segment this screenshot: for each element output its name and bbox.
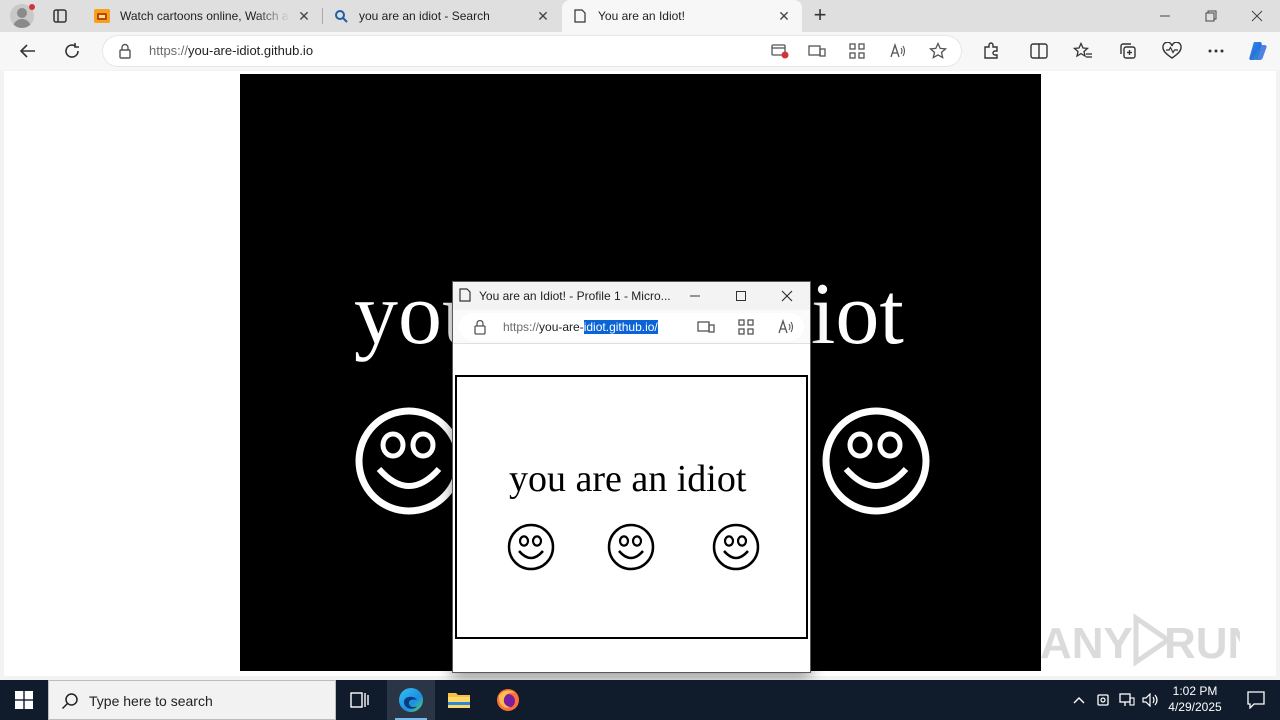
smiley-face-icon bbox=[712, 523, 760, 571]
browser-essentials-icon[interactable] bbox=[1157, 36, 1187, 66]
tab-search[interactable]: you are an idiot - Search ✕ bbox=[323, 0, 561, 32]
tab-you-are-an-idiot[interactable]: You are an Idiot! ✕ bbox=[562, 0, 802, 32]
restore-button[interactable] bbox=[1188, 0, 1234, 32]
popup-titlebar[interactable]: You are an Idiot! - Profile 1 - Micro... bbox=[453, 282, 810, 310]
app-available-icon[interactable] bbox=[695, 318, 717, 336]
popup-close-button[interactable] bbox=[767, 284, 807, 308]
windows-logo-icon bbox=[15, 691, 33, 709]
smiley-face-icon bbox=[607, 523, 655, 571]
popup-minimize-button[interactable] bbox=[675, 284, 715, 308]
clock-time: 1:02 PM bbox=[1172, 684, 1218, 698]
collections-icon[interactable] bbox=[1113, 36, 1143, 66]
extensions-icon[interactable] bbox=[976, 36, 1006, 66]
firefox-icon bbox=[497, 689, 519, 711]
tab-actions-icon[interactable] bbox=[50, 6, 70, 26]
taskbar-file-explorer[interactable] bbox=[435, 680, 483, 720]
taskbar-edge[interactable] bbox=[387, 680, 435, 720]
taskbar-clock[interactable]: 1:02 PM 4/29/2025 bbox=[1160, 683, 1230, 717]
anyrun-watermark-logo: ANY RUN bbox=[1040, 613, 1240, 668]
page-icon bbox=[572, 8, 588, 24]
tab-title: Watch cartoons online, Watch anime onlin… bbox=[120, 9, 290, 23]
popup-address-row: https://you-are-idiot.github.io/ bbox=[453, 310, 810, 344]
smiley-face-icon bbox=[355, 407, 463, 515]
show-hidden-icons[interactable] bbox=[1068, 680, 1090, 720]
tab-strip: Watch cartoons online, Watch anime onlin… bbox=[0, 0, 1280, 32]
folder-icon bbox=[448, 693, 470, 708]
new-tab-button[interactable]: + bbox=[808, 4, 832, 28]
favorites-icon[interactable] bbox=[1068, 36, 1098, 66]
copilot-icon[interactable] bbox=[1243, 36, 1273, 66]
favorite-star-icon[interactable] bbox=[927, 41, 949, 61]
taskbar-firefox[interactable] bbox=[484, 680, 532, 720]
more-options-icon[interactable] bbox=[1201, 36, 1231, 66]
start-button[interactable] bbox=[0, 680, 48, 720]
smiley-face-icon bbox=[507, 523, 555, 571]
read-aloud-icon[interactable] bbox=[775, 318, 797, 336]
browser-toolbar: https://you-are-idiot.github.io bbox=[0, 32, 1280, 70]
task-view-button[interactable] bbox=[336, 680, 384, 720]
close-window-button[interactable] bbox=[1234, 0, 1280, 32]
popup-title: You are an Idiot! - Profile 1 - Micro... bbox=[479, 289, 671, 303]
smiley-face-icon bbox=[822, 407, 930, 515]
taskbar-search[interactable]: Type here to search bbox=[48, 680, 336, 720]
refresh-button[interactable] bbox=[57, 36, 87, 66]
volume-icon[interactable] bbox=[1140, 680, 1162, 720]
popup-idiot-text: you are an idiot bbox=[509, 458, 747, 500]
search-placeholder: Type here to search bbox=[89, 693, 213, 709]
tab-close-icon[interactable]: ✕ bbox=[535, 8, 551, 24]
taskbar: Type here to search 1:02 PM 4/29/2025 bbox=[0, 680, 1280, 720]
tab-close-icon[interactable]: ✕ bbox=[296, 8, 312, 24]
search-icon bbox=[61, 692, 79, 710]
tray-device-icon[interactable] bbox=[1092, 680, 1114, 720]
popup-address-bar[interactable]: https://you-are-idiot.github.io/ bbox=[459, 313, 804, 341]
task-view-icon bbox=[350, 692, 369, 708]
profile-notification-dot bbox=[29, 4, 35, 10]
tab-title: you are an idiot - Search bbox=[359, 9, 490, 23]
notification-icon bbox=[1247, 691, 1265, 709]
minimize-button[interactable] bbox=[1142, 0, 1188, 32]
edge-icon bbox=[399, 688, 423, 712]
network-icon[interactable] bbox=[1116, 680, 1138, 720]
page-icon bbox=[459, 288, 473, 304]
read-aloud-icon[interactable] bbox=[887, 41, 909, 61]
address-url[interactable]: https://you-are-idiot.github.io bbox=[149, 43, 313, 58]
popup-content: you are an idiot bbox=[455, 375, 808, 639]
svg-text:RUN: RUN bbox=[1164, 619, 1240, 668]
tracking-blocked-icon[interactable] bbox=[769, 41, 791, 61]
app-available-icon[interactable] bbox=[806, 41, 828, 61]
split-screen-icon[interactable] bbox=[1024, 36, 1054, 66]
search-icon bbox=[333, 8, 349, 24]
tab-cartoons[interactable]: Watch cartoons online, Watch anime onlin… bbox=[84, 0, 322, 32]
qr-code-icon[interactable] bbox=[735, 318, 757, 336]
popup-maximize-button[interactable] bbox=[721, 284, 761, 308]
qr-code-icon[interactable] bbox=[846, 41, 868, 61]
address-bar[interactable]: https://you-are-idiot.github.io bbox=[102, 35, 962, 67]
tab-title: You are an Idiot! bbox=[598, 9, 685, 23]
lock-icon[interactable] bbox=[473, 319, 487, 335]
cartoon-site-icon bbox=[94, 8, 110, 24]
popup-window[interactable]: You are an Idiot! - Profile 1 - Micro...… bbox=[452, 281, 811, 673]
lock-icon[interactable] bbox=[118, 43, 134, 59]
clock-date: 4/29/2025 bbox=[1168, 700, 1222, 714]
chevron-up-icon bbox=[1073, 697, 1085, 704]
svg-text:ANY: ANY bbox=[1040, 619, 1133, 668]
notification-center-button[interactable] bbox=[1232, 680, 1280, 720]
popup-url[interactable]: https://you-are-idiot.github.io/ bbox=[503, 320, 658, 334]
back-button[interactable] bbox=[13, 36, 43, 66]
tab-close-icon[interactable]: ✕ bbox=[776, 8, 792, 24]
